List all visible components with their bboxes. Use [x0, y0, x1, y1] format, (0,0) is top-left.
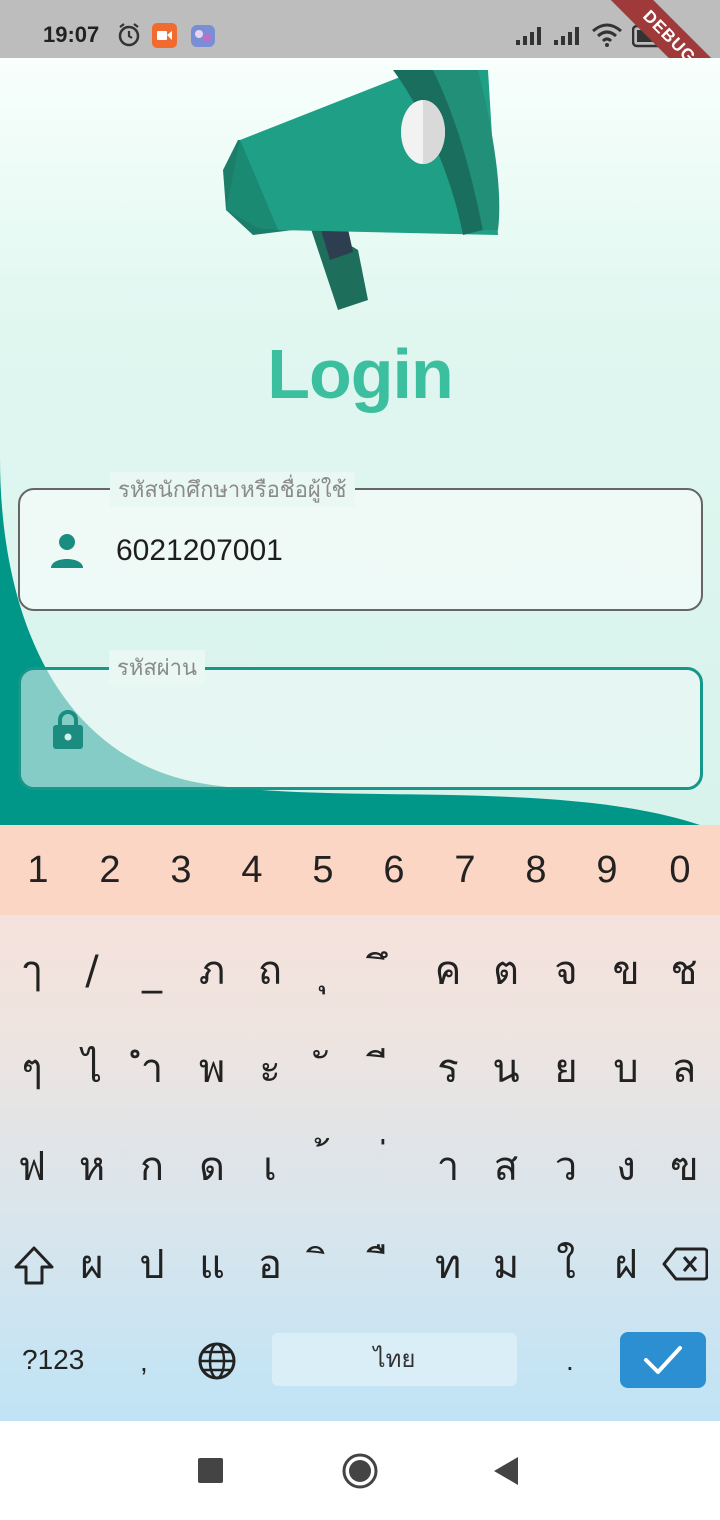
person-icon [51, 534, 83, 568]
shift-icon[interactable] [12, 1245, 56, 1287]
key-7[interactable]: 7 [429, 825, 501, 915]
key-letter[interactable]: ฝ [596, 1219, 656, 1309]
globe-icon[interactable] [197, 1341, 237, 1381]
key-letter[interactable]: า [418, 1121, 478, 1211]
key-letter[interactable]: แ [182, 1219, 242, 1309]
key-2[interactable]: 2 [74, 825, 146, 915]
key-1[interactable]: 1 [2, 825, 74, 915]
alarm-icon [118, 23, 140, 47]
key-letter[interactable]: ฟ [2, 1121, 62, 1211]
wifi-icon [592, 23, 622, 47]
key-letter[interactable]: ะ [240, 1023, 300, 1113]
key-letter[interactable]: ต [476, 925, 536, 1015]
key-letter[interactable]: อ [240, 1219, 300, 1309]
key-letter[interactable]: ้ [298, 1121, 358, 1211]
comma-key[interactable]: , [140, 1346, 148, 1378]
username-label: รหัสนักศึกษาหรือชื่อผู้ใช้ [110, 472, 355, 507]
key-letter[interactable]: ห [62, 1121, 122, 1211]
navigation-bar [0, 1421, 720, 1520]
signal-icon [516, 27, 541, 45]
key-letter[interactable]: ด [182, 1121, 242, 1211]
status-bar: 19:07 DEBUG [0, 0, 720, 115]
key-letter[interactable]: ถ [240, 925, 300, 1015]
key-letter[interactable]: ำ [122, 1023, 182, 1113]
key-letter[interactable]: ื [358, 1219, 418, 1309]
key-letter[interactable]: ก [122, 1121, 182, 1211]
key-letter[interactable]: ๅ [2, 925, 62, 1015]
done-key[interactable] [620, 1332, 706, 1388]
key-letter[interactable]: ป [122, 1219, 182, 1309]
password-field[interactable]: รหัสผ่าน [18, 650, 703, 790]
key-4[interactable]: 4 [216, 825, 288, 915]
key-letter[interactable]: / [62, 925, 122, 1015]
key-letter[interactable]: ไ [62, 1023, 122, 1113]
key-letter[interactable]: ั [298, 1023, 358, 1113]
login-screen: Login รหัสนักศึกษาหรือชื่อผู้ใช้ 6021207… [0, 58, 720, 825]
key-letter[interactable]: ่ [358, 1121, 418, 1211]
soft-keyboard: 1 2 3 4 5 6 7 8 9 0 ๅ / _ ภ ถ ุ ึ ค ต จ … [0, 825, 720, 1421]
key-letter[interactable]: เ [240, 1121, 300, 1211]
username-value: 6021207001 [116, 534, 283, 567]
key-8[interactable]: 8 [500, 825, 572, 915]
lock-icon [53, 710, 83, 749]
page-title: Login [267, 335, 453, 413]
key-letter[interactable]: ข [596, 925, 656, 1015]
key-9[interactable]: 9 [571, 825, 643, 915]
key-letter[interactable]: ค [418, 925, 478, 1015]
key-letter[interactable]: บ [596, 1023, 656, 1113]
key-letter[interactable]: ร [418, 1023, 478, 1113]
key-letter[interactable]: ใ [536, 1219, 596, 1309]
key-5[interactable]: 5 [287, 825, 359, 915]
key-letter[interactable]: ิ [298, 1219, 358, 1309]
username-field[interactable]: รหัสนักศึกษาหรือชื่อผู้ใช้ 6021207001 [18, 472, 703, 611]
key-letter[interactable]: ฃ [654, 1121, 714, 1211]
key-3[interactable]: 3 [145, 825, 217, 915]
megaphone-icon [223, 70, 500, 310]
key-letter[interactable]: ว [536, 1121, 596, 1211]
key-letter[interactable]: ม [476, 1219, 536, 1309]
key-letter[interactable]: ี [358, 1023, 418, 1113]
key-letter[interactable]: ผ [62, 1219, 122, 1309]
number-row: 1 2 3 4 5 6 7 8 9 0 [0, 825, 720, 915]
key-letter[interactable]: ท [418, 1219, 478, 1309]
key-letter[interactable]: จ [536, 925, 596, 1015]
key-letter[interactable]: _ [122, 925, 182, 1015]
recents-icon[interactable] [198, 1458, 223, 1483]
home-icon[interactable] [341, 1452, 379, 1490]
key-0[interactable]: 0 [644, 825, 716, 915]
key-6[interactable]: 6 [358, 825, 430, 915]
app-notification-icon [191, 25, 215, 47]
space-key[interactable]: ไทย [272, 1333, 517, 1386]
signal-icon [554, 27, 579, 45]
password-label: รหัสผ่าน [109, 650, 206, 685]
key-letter[interactable]: พ [182, 1023, 242, 1113]
key-letter[interactable]: ส [476, 1121, 536, 1211]
key-letter[interactable]: ย [536, 1023, 596, 1113]
key-letter[interactable]: ๆ [2, 1023, 62, 1113]
status-time: 19:07 [43, 22, 100, 47]
key-letter[interactable]: ึ [358, 925, 418, 1015]
key-letter[interactable]: ุ [298, 925, 358, 1015]
back-icon[interactable] [493, 1456, 519, 1486]
key-letter[interactable]: ช [654, 925, 714, 1015]
key-letter[interactable]: น [476, 1023, 536, 1113]
screen-record-icon [152, 23, 177, 48]
key-letter[interactable]: ง [596, 1121, 656, 1211]
backspace-icon[interactable] [662, 1247, 708, 1281]
check-icon [644, 1346, 682, 1374]
period-key[interactable]: . [566, 1345, 574, 1377]
symbols-key[interactable]: ?123 [22, 1344, 84, 1376]
key-letter[interactable]: ภ [182, 925, 242, 1015]
key-letter[interactable]: ล [654, 1023, 714, 1113]
